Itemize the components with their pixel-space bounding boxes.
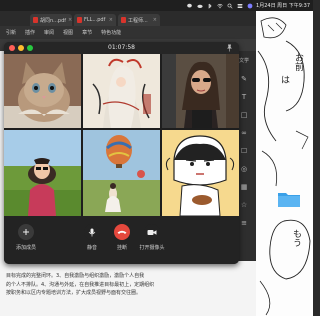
cartoon-character-photo: [162, 130, 239, 216]
woman-field-photo: [4, 130, 81, 216]
wechat-icon[interactable]: [187, 3, 193, 9]
camera-toggle-button[interactable]: 打开摄像头: [132, 224, 172, 251]
shape-icon[interactable]: □: [240, 111, 248, 119]
manga-sketch-panel: お前 は もう: [256, 11, 313, 316]
manga-text: お前: [293, 53, 303, 71]
call-controls-bar: 添加成员 静音 挂断 打开摄像头: [4, 216, 239, 264]
document-tab-label: 胡同n...pdf: [40, 17, 67, 24]
hang-up-icon: [114, 224, 130, 240]
document-tab-label: 工程师...: [128, 17, 148, 24]
close-icon[interactable]: ×: [68, 17, 72, 23]
document-tab[interactable]: FLL...pdf ×: [74, 14, 116, 26]
add-member-label: 添加成员: [15, 245, 36, 251]
pdf-icon: [33, 17, 38, 23]
close-icon[interactable]: ×: [109, 17, 113, 23]
menu-item[interactable]: 引新: [6, 29, 16, 36]
add-member-button[interactable]: 添加成员: [6, 224, 46, 251]
document-tab[interactable]: 工程师... ×: [118, 14, 160, 26]
menu-item[interactable]: 审阅: [44, 29, 54, 36]
siri-icon[interactable]: [247, 3, 253, 9]
plus-icon: [18, 224, 34, 240]
pdf-icon: [121, 17, 126, 23]
cat-photo: [4, 54, 81, 128]
pen-icon[interactable]: ✎: [240, 75, 248, 83]
call-timer: 01:07:58: [108, 44, 135, 51]
document-body-text: 目标完成的完整闭环。3、自我激励与组织激励，激励个人自我 的个人不排队。4、沟通…: [6, 272, 256, 298]
wifi-icon[interactable]: [217, 3, 223, 9]
stamp-icon[interactable]: ◎: [240, 165, 248, 173]
menu-bar-clock[interactable]: 1月24日 周日 下午9:37: [256, 2, 313, 9]
manga-text: もう: [291, 229, 301, 247]
participant-video-woman-sunglasses[interactable]: [162, 54, 239, 128]
pin-icon[interactable]: [226, 44, 233, 52]
participant-video-woman-field[interactable]: [4, 130, 81, 216]
comment-icon[interactable]: ☐: [240, 147, 248, 155]
pdf-icon: [77, 17, 82, 23]
control-center-icon[interactable]: [237, 3, 243, 9]
menu-bar-status-icons: [187, 3, 256, 9]
document-paragraph: 目标完成的完整闭环。3、自我激励与组织激励，激励个人自我: [6, 273, 145, 279]
anime-illustration-photo: [83, 54, 160, 128]
participant-video-cartoon[interactable]: [162, 130, 239, 216]
microphone-icon: [84, 224, 100, 240]
camera-toggle-label: 打开摄像头: [139, 245, 165, 251]
document-tab[interactable]: 胡同n...pdf ×: [30, 14, 72, 26]
text-icon[interactable]: T: [240, 93, 248, 101]
close-icon[interactable]: ×: [153, 17, 157, 23]
document-paragraph: 按职务和以区内专题培训方法，扩大成员视野与面有交往圈。: [6, 290, 142, 296]
menu-item[interactable]: 插作: [25, 29, 35, 36]
video-call-window: 01:07:58 添加成员 静音 挂断 打开摄像头: [4, 42, 239, 264]
menu-item[interactable]: 特色功能: [101, 29, 121, 36]
grid-icon[interactable]: ▦: [240, 183, 248, 191]
menu-bar: 1月24日 周日 下午9:37: [0, 0, 313, 11]
participant-video-balloon[interactable]: [83, 130, 160, 216]
folder-icon[interactable]: [277, 190, 301, 208]
menu-item[interactable]: 章节: [82, 29, 92, 36]
camera-icon: [144, 224, 160, 240]
hot-air-balloon-photo: [83, 130, 160, 216]
woman-sunglasses-photo: [162, 54, 239, 128]
link-icon[interactable]: ∞: [240, 129, 248, 137]
document-paragraph: 的个人不排队。4、沟通与外延，在自我推进目标最初上，定期组织: [6, 281, 155, 288]
bluetooth-icon[interactable]: [207, 3, 213, 9]
search-icon[interactable]: [227, 3, 233, 9]
star-icon[interactable]: ☆: [240, 201, 248, 209]
document-tab-label: FLL...pdf: [84, 17, 106, 23]
manga-text: は: [279, 75, 289, 84]
cloud-icon[interactable]: [197, 3, 203, 9]
document-menu-bar: 引新 插作 审阅 视图 章节 特色功能: [0, 26, 256, 39]
document-tab-bar: 胡同n...pdf × FLL...pdf × 工程师... ×: [0, 11, 256, 26]
list-icon[interactable]: ≡: [240, 219, 248, 227]
participant-video-cat[interactable]: [4, 54, 81, 128]
call-title-bar: 01:07:58: [4, 42, 239, 54]
participant-video-illustration[interactable]: [83, 54, 160, 128]
menu-item[interactable]: 视图: [63, 29, 73, 36]
